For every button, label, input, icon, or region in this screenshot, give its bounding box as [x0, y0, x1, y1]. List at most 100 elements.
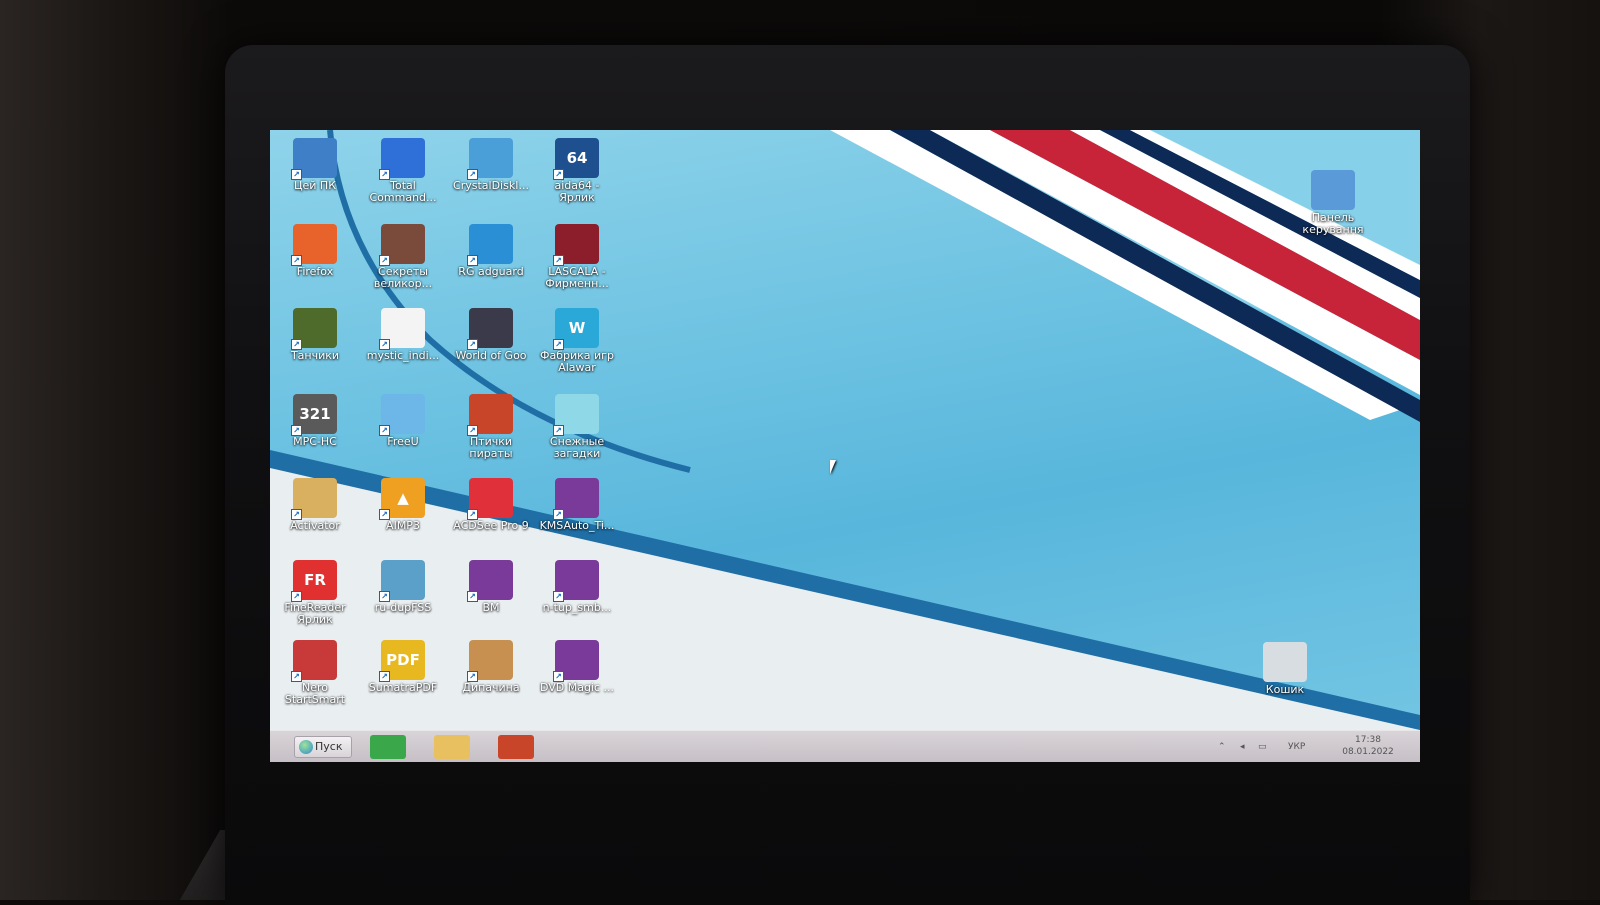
desktop-screen: ↗ Цей ПК ↗ Total Command... ↗ CrystalDiskI...… [270, 130, 1420, 762]
desktop-icon[interactable]: ↗ Дипачина [450, 638, 532, 722]
ice-cube-icon: ↗ [553, 394, 599, 436]
desktop-icon-label: BM [482, 601, 500, 614]
desktop-icon[interactable]: ↗ Птички пираты [450, 392, 532, 476]
desktop-icon-label: Снежные загадки [549, 435, 605, 460]
desktop-icon-label: Дипачина [462, 681, 520, 694]
desktop-icon-label: Танчики [290, 349, 340, 362]
firefox-icon: ↗ [291, 224, 337, 266]
shortcut-arrow-icon: ↗ [291, 671, 302, 682]
goo-ball-icon: ↗ [467, 308, 513, 350]
control-panel-icon [1311, 170, 1355, 210]
shortcut-arrow-icon: ↗ [553, 169, 564, 180]
shortcut-arrow-icon: ↗ [553, 425, 564, 436]
shortcut-arrow-icon: ↗ [379, 255, 390, 266]
volume-icon[interactable]: ◂ [1240, 742, 1245, 752]
language-indicator[interactable]: УКР [1288, 742, 1305, 752]
network-icon[interactable]: ▭ [1258, 742, 1267, 752]
start-button[interactable]: Пуск [294, 736, 352, 758]
tank-icon: ↗ [291, 308, 337, 350]
desktop-icon[interactable]: ↗ Total Command... [362, 136, 444, 220]
clock-time[interactable]: 17:38 [1338, 735, 1398, 745]
desktop-icon[interactable]: ↗ ACDSee Pro 9 [450, 476, 532, 560]
shortcut-arrow-icon: ↗ [291, 425, 302, 436]
pirate-bird-icon[interactable] [498, 735, 534, 759]
desktop-icon[interactable]: ↗ Activator [274, 476, 356, 560]
desktop-icon-label: aida64 - Ярлик [554, 179, 600, 204]
aida64-icon: 64 ↗ [553, 138, 599, 180]
computer-icon: ↗ [291, 138, 337, 180]
shortcut-arrow-icon: ↗ [379, 671, 390, 682]
tray-arrow-icon[interactable]: ⌃ [1218, 742, 1226, 752]
disk-info-icon: ↗ [467, 138, 513, 180]
desktop-icon[interactable]: PDF ↗ SumatraPDF [362, 638, 444, 722]
game-portrait-icon: ↗ [379, 224, 425, 266]
desktop-icon[interactable]: ↗ CrystalDiskI... [450, 136, 532, 220]
desktop-icon[interactable]: ↗ KMSAuto_Ti... [536, 476, 618, 560]
shortcut-arrow-icon: ↗ [553, 591, 564, 602]
desktop-icon-label: DVD Magic ... [539, 681, 615, 694]
desktop-icon-label: mystic_indi... [366, 349, 440, 362]
desktop-icon-label: Firefox [296, 265, 334, 278]
desktop-icon[interactable]: ↗ World of Goo [450, 306, 532, 390]
windows-logo-icon [299, 740, 313, 754]
desktop-icon-label: CrystalDiskI... [453, 179, 529, 192]
desktop-icon-label: SumatraPDF [368, 681, 438, 694]
desktop-icon-label: KMSAuto_Ti... [539, 519, 615, 532]
desktop-icon[interactable]: 64 ↗ aida64 - Ярлик [536, 136, 618, 220]
desktop-icon[interactable]: 321 ↗ MPC-HC [274, 392, 356, 476]
desktop-icon-label: ACDSee Pro 9 [453, 519, 529, 532]
desktop-icon[interactable]: ↗ DVD Magic ... [536, 638, 618, 722]
recycle-bin-icon [1263, 642, 1307, 682]
desktop-icon-label: MPC-HC [293, 435, 337, 448]
desktop-icon-label: Секреты великор... [373, 265, 433, 290]
desktop-icon-label: n-tup_smb... [542, 601, 612, 614]
desktop-icon[interactable]: ↗ Firefox [274, 222, 356, 306]
desktop-icon[interactable]: ↗ mystic_indi... [362, 306, 444, 390]
desktop-icon[interactable]: ↗ RG adguard [450, 222, 532, 306]
desktop-icon-label: FreeU [387, 435, 419, 448]
desktop-icon[interactable]: FR ↗ FineReader Ярлик [274, 558, 356, 642]
desktop-icon[interactable]: ↗ ru-dupFSS [362, 558, 444, 642]
desktop-icon-label: AIMP3 [386, 519, 420, 532]
desktop-icon[interactable]: ↗ LASCALA - Фирменн... [536, 222, 618, 306]
desktop-icon[interactable]: ↗ Танчики [274, 306, 356, 390]
desktop-icon[interactable]: ↗ FreeU [362, 392, 444, 476]
shortcut-arrow-icon: ↗ [553, 255, 564, 266]
shortcut-arrow-icon: ↗ [467, 671, 478, 682]
desktop-icon[interactable]: Кошик [1244, 640, 1326, 724]
setup-icon: ↗ [379, 560, 425, 602]
shortcut-arrow-icon: ↗ [379, 509, 390, 520]
desktop-icon-label: Цей ПК [293, 179, 337, 192]
globe-icon: ↗ [467, 224, 513, 266]
floppy-disk-icon: ↗ [379, 138, 425, 180]
desktop-icon-label: Птички пираты [469, 435, 513, 460]
shortcut-arrow-icon: ↗ [291, 509, 302, 520]
shortcut-arrow-icon: ↗ [379, 425, 390, 436]
desktop-icon[interactable]: Панель керування [1292, 168, 1374, 252]
desktop-icon-label: FineReader Ярлик [284, 601, 346, 626]
desktop-icon-label: World of Goo [455, 349, 527, 362]
store-icon[interactable] [370, 735, 406, 759]
desktop-icon[interactable]: ↗ Снежные загадки [536, 392, 618, 476]
desktop-icon[interactable]: ↗ Секреты великор... [362, 222, 444, 306]
folder-icon[interactable] [434, 735, 470, 759]
desktop-icon[interactable]: ↗ Цей ПК [274, 136, 356, 220]
clock-date[interactable]: 08.01.2022 [1330, 747, 1406, 757]
mpc-hc-icon: 321 ↗ [291, 394, 337, 436]
shortcut-arrow-icon: ↗ [379, 169, 390, 180]
system-tray: ⌃ ◂ ▭ УКР 17:38 08.01.2022 [1218, 734, 1408, 760]
shortcut-arrow-icon: ↗ [553, 339, 564, 350]
winrar-icon: ↗ [553, 560, 599, 602]
winrar-icon: ↗ [467, 560, 513, 602]
pdf-icon: PDF ↗ [379, 640, 425, 682]
desktop-icon[interactable]: ↗ n-tup_smb... [536, 558, 618, 642]
shortcut-arrow-icon: ↗ [467, 169, 478, 180]
desktop-icon[interactable]: ▲ ↗ AIMP3 [362, 476, 444, 560]
desktop-icon-label: RG adguard [458, 265, 524, 278]
desktop-icon[interactable]: W ↗ Фабрика игр Alawar [536, 306, 618, 390]
finereader-icon: FR ↗ [291, 560, 337, 602]
shortcut-arrow-icon: ↗ [291, 591, 302, 602]
desktop-icon-label: Total Command... [369, 179, 437, 204]
desktop-icon[interactable]: ↗ Nero StartSmart [274, 638, 356, 722]
desktop-icon[interactable]: ↗ BM [450, 558, 532, 642]
